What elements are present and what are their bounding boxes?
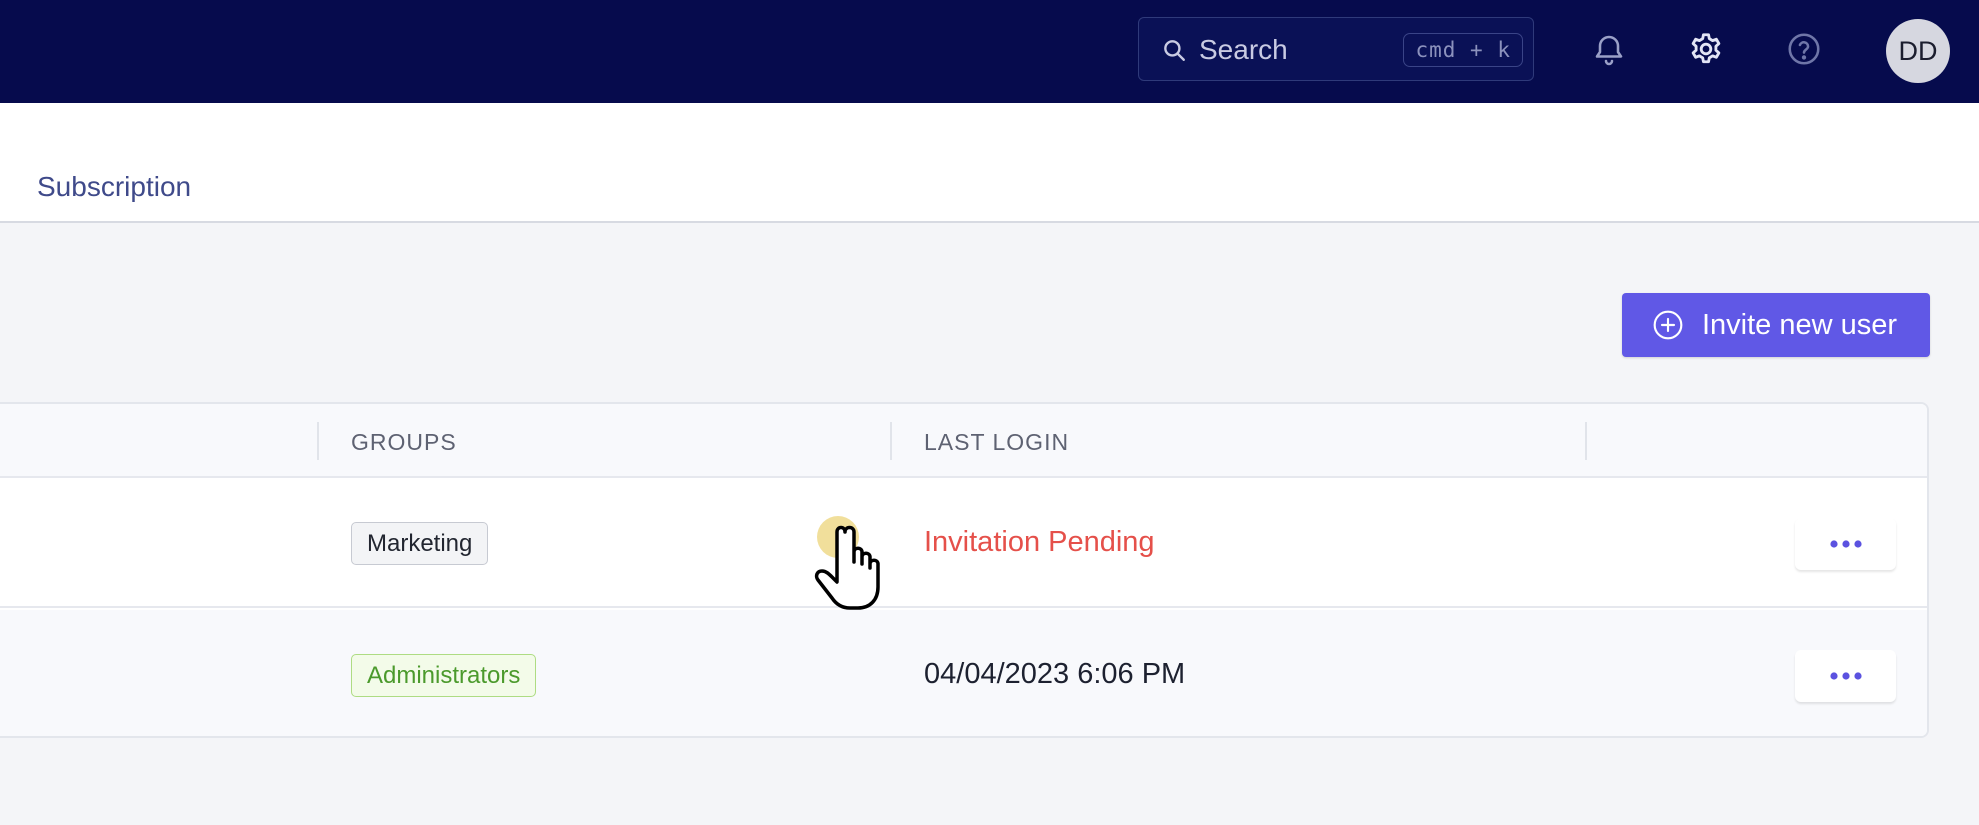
search-box[interactable]: cmd + k xyxy=(1138,17,1534,81)
gear-icon[interactable] xyxy=(1688,31,1724,67)
column-header-groups[interactable]: GROUPS xyxy=(351,429,457,456)
table-header: GROUPS LAST LOGIN xyxy=(0,404,1927,478)
table-row: Administrators 04/04/2023 6:06 PM xyxy=(0,610,1927,736)
bell-icon[interactable] xyxy=(1591,31,1627,67)
more-options-icon xyxy=(1829,672,1862,680)
column-divider xyxy=(1585,422,1587,460)
column-divider xyxy=(317,422,319,460)
plus-circle-icon xyxy=(1653,310,1683,340)
group-tag: Administrators xyxy=(351,654,537,697)
search-icon xyxy=(1164,40,1185,61)
last-login-date: 04/04/2023 6:06 PM xyxy=(924,658,1186,690)
more-options-icon xyxy=(1829,540,1862,548)
search-input[interactable] xyxy=(1199,32,1399,68)
tab-strip: Subscription xyxy=(0,103,1979,223)
invite-button-label: Invite new user xyxy=(1702,308,1898,341)
tab-subscription[interactable]: Subscription xyxy=(37,171,191,203)
user-avatar[interactable]: DD xyxy=(1886,19,1950,83)
column-divider xyxy=(890,422,892,460)
group-tag: Marketing xyxy=(351,522,489,565)
help-icon[interactable] xyxy=(1786,31,1822,67)
search-shortcut-hint: cmd + k xyxy=(1403,33,1523,67)
row-actions-button[interactable] xyxy=(1795,518,1896,570)
row-actions-button[interactable] xyxy=(1795,650,1896,702)
last-login-status: Invitation Pending xyxy=(924,526,1155,558)
table-row: Marketing Invitation Pending xyxy=(0,478,1927,608)
invite-new-user-button[interactable]: Invite new user xyxy=(1622,293,1930,357)
top-navigation-bar: cmd + k DD xyxy=(0,0,1979,103)
users-table: GROUPS LAST LOGIN Marketing Invitation P… xyxy=(0,402,1929,738)
column-header-last-login[interactable]: LAST LOGIN xyxy=(924,429,1069,456)
